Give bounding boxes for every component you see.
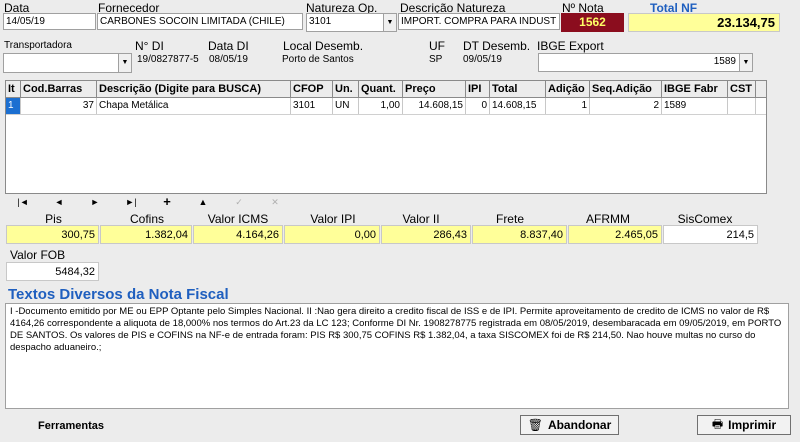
ibge-export-select[interactable]: 1589 ▼ <box>538 53 753 72</box>
col-ipi[interactable]: IPI <box>466 81 490 97</box>
transportadora-select[interactable]: ▼ <box>3 53 132 73</box>
fob-label: Valor FOB <box>10 248 66 262</box>
cell-ipi[interactable]: 0 <box>466 98 490 114</box>
di-label: N° DI <box>135 39 164 53</box>
siscomex-field[interactable]: 214,5 <box>663 225 758 244</box>
frete-field[interactable]: 8.837,40 <box>472 225 567 244</box>
col-seq-adicao[interactable]: Seq.Adição <box>590 81 662 97</box>
dt-desemb-field[interactable]: 09/05/19 <box>461 52 536 69</box>
siscomex-label: SisComex <box>677 212 733 226</box>
col-preco[interactable]: Preço <box>403 81 466 97</box>
imprimir-label: Imprimir <box>728 418 777 432</box>
uf-label: UF <box>429 39 445 53</box>
col-cfop[interactable]: CFOP <box>291 81 333 97</box>
table-row[interactable]: 1 37 Chapa Metálica 3101 UN 1,00 14.608,… <box>6 98 766 115</box>
afrmm-field[interactable]: 2.465,05 <box>568 225 662 244</box>
cell-seq-adicao[interactable]: 2 <box>590 98 662 114</box>
fornecedor-field[interactable]: CARBONES SOCOIN LIMITADA (CHILE) <box>97 13 303 30</box>
chevron-down-icon[interactable]: ▼ <box>383 14 396 31</box>
cell-adicao[interactable]: 1 <box>546 98 590 114</box>
dt-desemb-label: DT Desemb. <box>463 39 531 53</box>
grid-navigator: |◄ ◄ ► ►| + ▲ ✓ ✕ <box>5 195 295 209</box>
items-grid[interactable]: It Cod.Barras Descrição (Digite para BUS… <box>5 80 767 194</box>
ipi-label: Valor IPI <box>310 212 356 226</box>
ibge-export-value: 1589 <box>713 56 736 67</box>
ii-label: Valor II <box>402 212 440 226</box>
afrmm-label: AFRMM <box>586 212 630 226</box>
col-it[interactable]: It <box>6 81 21 97</box>
frete-label: Frete <box>495 212 524 226</box>
ipi-field[interactable]: 0,00 <box>284 225 380 244</box>
cofins-field[interactable]: 1.382,04 <box>100 225 192 244</box>
cofins-label: Cofins <box>129 212 164 226</box>
textos-title: Textos Diversos da Nota Fiscal <box>8 286 229 303</box>
col-cst[interactable]: CST <box>728 81 756 97</box>
local-desemb-field[interactable]: Porto de Santos <box>280 52 426 69</box>
first-record-button[interactable]: |◄ <box>5 195 41 209</box>
abandonar-button[interactable]: 🗑 Abandonar <box>520 415 619 435</box>
textos-textarea[interactable]: I -Documento emitido por ME ou EPP Optan… <box>5 303 789 409</box>
uf-field[interactable]: SP <box>427 52 461 69</box>
icms-label: Valor ICMS <box>207 212 269 226</box>
col-un[interactable]: Un. <box>333 81 359 97</box>
next-record-button[interactable]: ► <box>77 195 113 209</box>
icms-field[interactable]: 4.164,26 <box>193 225 283 244</box>
col-descricao[interactable]: Descrição (Digite para BUSCA) <box>97 81 291 97</box>
data-di-field[interactable]: 08/05/19 <box>207 52 280 69</box>
cell-descricao[interactable]: Chapa Metálica <box>97 98 291 114</box>
chevron-down-icon[interactable]: ▼ <box>739 54 752 71</box>
nota-number-field[interactable]: 1562 <box>561 13 624 32</box>
cell-quant[interactable]: 1,00 <box>359 98 403 114</box>
natureza-op-select[interactable]: 3101 ▼ <box>306 13 397 32</box>
post-record-button[interactable]: ✓ <box>221 195 257 209</box>
col-cod-barras[interactable]: Cod.Barras <box>21 81 97 97</box>
ii-field[interactable]: 286,43 <box>381 225 471 244</box>
last-record-button[interactable]: ►| <box>113 195 149 209</box>
cell-ibge-fabr[interactable]: 1589 <box>662 98 728 114</box>
insert-record-button[interactable]: + <box>149 195 185 209</box>
trash-icon: 🗑 <box>527 418 543 432</box>
ibge-export-label: IBGE Export <box>537 39 604 53</box>
abandonar-label: Abandonar <box>547 418 612 432</box>
transportadora-label: Transportadora <box>4 40 72 51</box>
cancel-record-button[interactable]: ✕ <box>257 195 293 209</box>
natureza-op-value: 3101 <box>309 16 332 27</box>
cell-cst[interactable] <box>728 98 756 114</box>
descricao-natureza-field[interactable]: IMPORT. COMPRA PARA INDUST <box>398 13 560 30</box>
col-ibge-fabr[interactable]: IBGE Fabr <box>662 81 728 97</box>
data-field[interactable]: 14/05/19 <box>3 13 96 30</box>
printer-icon: 🖶 <box>711 416 724 431</box>
local-desemb-label: Local Desemb. <box>283 39 364 53</box>
col-total[interactable]: Total <box>490 81 546 97</box>
grid-header: It Cod.Barras Descrição (Digite para BUS… <box>6 81 766 98</box>
fob-field[interactable]: 5484,32 <box>6 262 99 281</box>
ferramentas-menu[interactable]: Ferramentas <box>38 420 104 432</box>
prior-record-button[interactable]: ◄ <box>41 195 77 209</box>
cell-it[interactable]: 1 <box>6 98 21 114</box>
cell-preco[interactable]: 14.608,15 <box>403 98 466 114</box>
di-field[interactable]: 19/0827877-5 <box>135 52 207 69</box>
cell-total[interactable]: 14.608,15 <box>490 98 546 114</box>
chevron-down-icon[interactable]: ▼ <box>118 54 131 72</box>
col-quant[interactable]: Quant. <box>359 81 403 97</box>
total-nf-field: 23.134,75 <box>628 13 780 32</box>
imprimir-button[interactable]: 🖶 Imprimir <box>697 415 791 435</box>
cell-cod-barras[interactable]: 37 <box>21 98 97 114</box>
pis-label: Pis <box>45 212 62 226</box>
pis-field[interactable]: 300,75 <box>6 225 99 244</box>
col-adicao[interactable]: Adição <box>546 81 590 97</box>
cell-un[interactable]: UN <box>333 98 359 114</box>
cell-cfop[interactable]: 3101 <box>291 98 333 114</box>
delete-record-button[interactable]: ▲ <box>185 195 221 209</box>
data-di-label: Data DI <box>208 39 249 53</box>
